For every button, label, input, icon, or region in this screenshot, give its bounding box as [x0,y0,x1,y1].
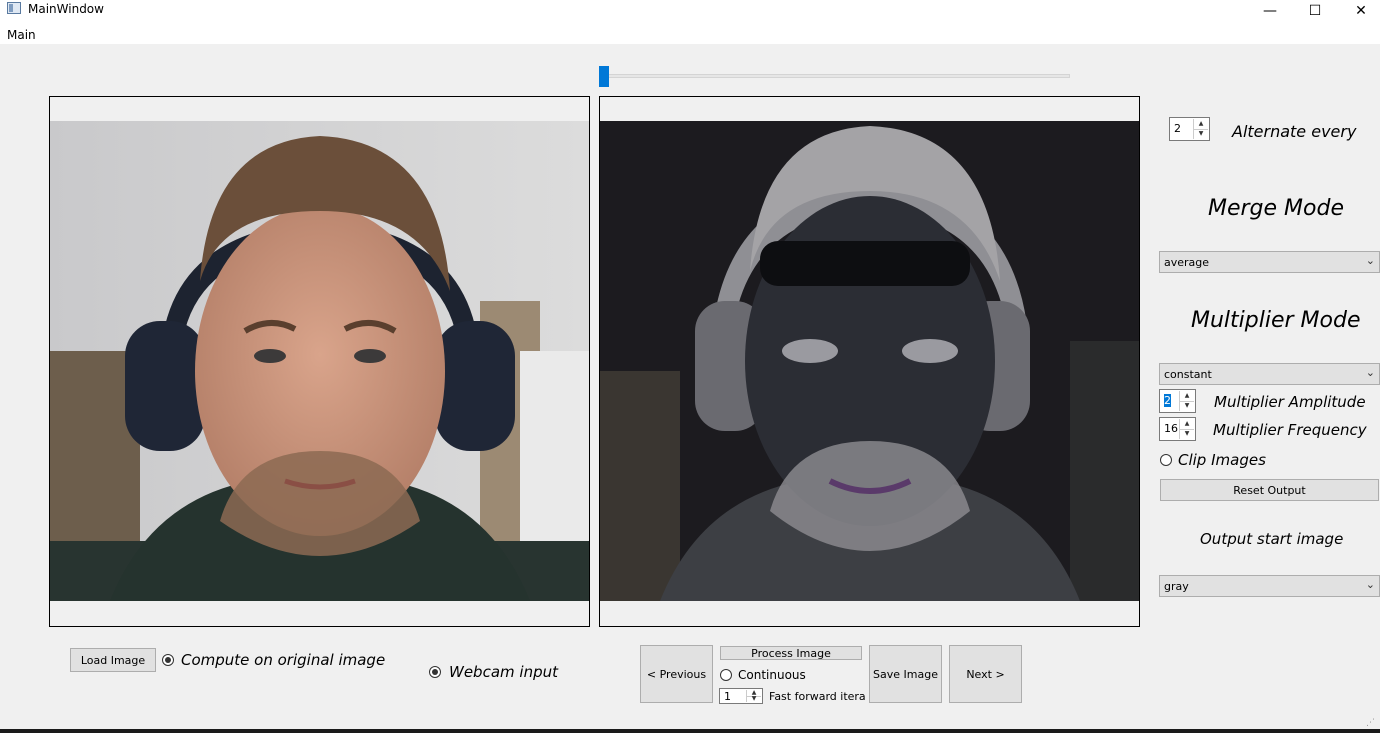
multiplier-amplitude-spinbox[interactable]: 2 ▲ ▼ [1159,389,1196,413]
processed-portrait-image [600,121,1139,601]
spin-down-icon[interactable]: ▼ [1180,429,1194,439]
multiplier-mode-title: Multiplier Mode [1191,308,1361,333]
output-image-panel [599,96,1140,627]
multiplier-amplitude-stepper: ▲ ▼ [1179,391,1194,411]
iteration-slider-handle[interactable] [599,66,609,87]
multiplier-frequency-value: 16 [1164,422,1178,435]
app-window-icon [7,2,21,14]
webcam-portrait-image [50,121,589,601]
webcam-input-label: Webcam input [449,663,558,681]
taskbar-edge [0,729,1380,733]
merge-mode-value: average [1164,256,1210,269]
resize-grip-icon[interactable]: ⋰ [1366,718,1375,728]
input-image [50,121,589,601]
output-start-image-title: Output start image [1200,530,1344,548]
continuous-radio[interactable] [720,669,732,681]
reset-output-button[interactable]: Reset Output [1160,479,1379,501]
output-start-image-select[interactable]: gray ⌄ [1159,575,1380,597]
previous-button[interactable]: < Previous [640,645,713,703]
spin-down-icon[interactable]: ▼ [1180,401,1194,411]
close-button[interactable]: ✕ [1338,0,1380,22]
next-button[interactable]: Next > [949,645,1022,703]
process-image-button[interactable]: Process Image [720,646,862,660]
chevron-down-icon: ⌄ [1365,254,1375,267]
fast-forward-value: 1 [724,690,731,703]
fast-forward-stepper: ▲ ▼ [746,690,761,702]
alternate-every-spinbox[interactable]: 2 ▲ ▼ [1169,117,1210,141]
multiplier-frequency-label: Multiplier Frequency [1213,421,1367,439]
load-image-button[interactable]: Load Image [70,648,156,672]
input-image-panel [49,96,590,627]
compute-on-original-label: Compute on original image [181,651,386,669]
menu-main[interactable]: Main [7,28,36,42]
chevron-down-icon: ⌄ [1365,578,1375,591]
minimize-button[interactable]: — [1247,0,1293,22]
merge-mode-select[interactable]: average ⌄ [1159,251,1380,273]
spin-down-icon[interactable]: ▼ [747,696,761,702]
save-image-button[interactable]: Save Image [869,645,942,703]
iteration-slider-track[interactable] [604,74,1070,78]
spin-down-icon[interactable]: ▼ [1194,129,1208,139]
clip-images-radio[interactable] [1160,454,1172,466]
fast-forward-spinbox[interactable]: 1 ▲ ▼ [719,688,763,704]
clip-images-label: Clip Images [1178,451,1266,469]
alternate-every-stepper: ▲ ▼ [1193,119,1208,139]
multiplier-amplitude-value: 2 [1164,394,1171,407]
merge-mode-title: Merge Mode [1208,196,1344,221]
window-title: MainWindow [28,2,104,16]
title-bar: MainWindow — ☐ ✕ [0,0,1380,22]
alternate-every-label: Alternate every [1232,122,1357,141]
multiplier-frequency-stepper: ▲ ▼ [1179,419,1194,439]
multiplier-mode-select[interactable]: constant ⌄ [1159,363,1380,385]
continuous-label: Continuous [738,668,806,682]
output-image [600,121,1139,601]
compute-on-original-radio[interactable] [162,654,174,666]
chevron-down-icon: ⌄ [1365,366,1375,379]
webcam-input-radio[interactable] [429,666,441,678]
multiplier-mode-value: constant [1164,368,1212,381]
menu-bar: Main [0,22,1380,44]
multiplier-frequency-spinbox[interactable]: 16 ▲ ▼ [1159,417,1196,441]
fast-forward-label: Fast forward iterat [769,690,865,703]
multiplier-amplitude-label: Multiplier Amplitude [1214,393,1366,411]
alternate-every-value: 2 [1174,122,1181,135]
maximize-button[interactable]: ☐ [1292,0,1338,22]
output-start-image-value: gray [1164,580,1189,593]
